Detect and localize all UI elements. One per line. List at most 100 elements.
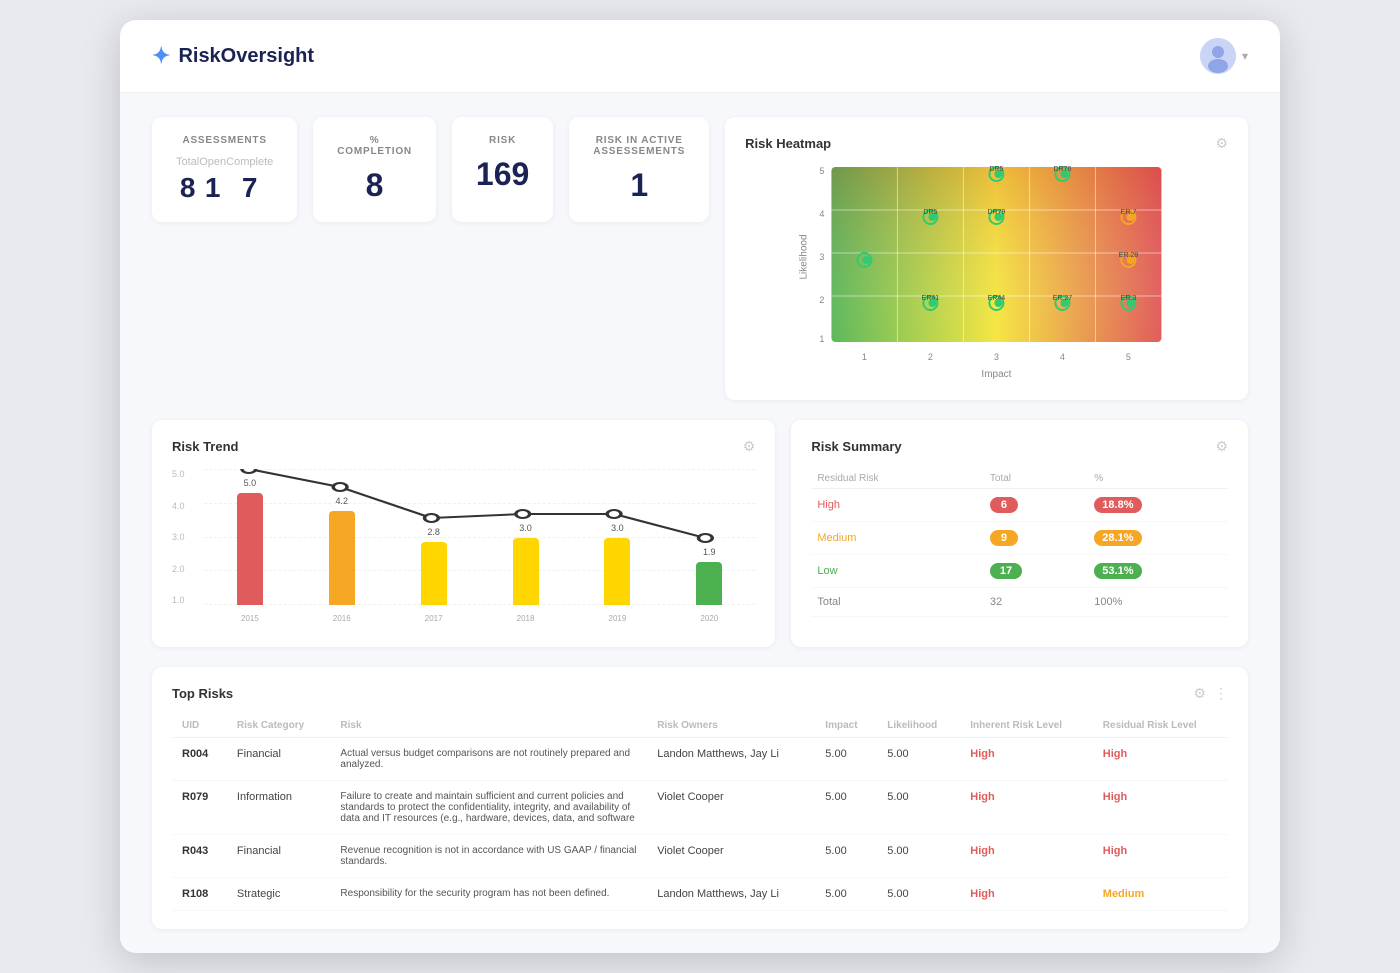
svg-text:ER.27: ER.27: [1053, 295, 1073, 302]
complete-stat: Complete 7: [226, 156, 273, 204]
col-owners: Risk Owners: [647, 714, 815, 738]
risks-table-head: UID Risk Category Risk Risk Owners Impac…: [172, 714, 1228, 738]
open-value: 1: [199, 172, 226, 204]
top-risks-table: UID Risk Category Risk Risk Owners Impac…: [172, 714, 1228, 911]
risk-row: R043 Financial Revenue recognition is no…: [172, 835, 1228, 878]
svg-text:4: 4: [820, 209, 825, 219]
risk-active-card: RISK IN ACTIVE ASSESSEMENTS 1: [569, 117, 709, 222]
top-section: ASSESSMENTS Total 8 Open 1 Compl: [152, 117, 1248, 400]
risk-residual-level: High: [1093, 738, 1228, 781]
summary-row-medium: Medium 9 28.1%: [811, 522, 1228, 555]
summary-pct: 28.1%: [1088, 522, 1228, 555]
risks-table-body: R004 Financial Actual versus budget comp…: [172, 738, 1228, 911]
summary-pct: 18.8%: [1088, 489, 1228, 522]
svg-text:5: 5: [820, 166, 825, 176]
middle-row: Risk Trend ⚙ 5.0 4.0 3.0 2.0 1.0: [152, 420, 1248, 647]
svg-text:DR5: DR5: [990, 166, 1004, 173]
col-inherent: Inherent Risk Level: [960, 714, 1093, 738]
bar-rect-2015: [237, 493, 263, 605]
risk-likelihood: 5.00: [877, 781, 960, 835]
total-label: Total: [176, 156, 199, 168]
svg-text:1: 1: [820, 334, 825, 344]
app-window: ✦ RiskOversight ▾ ASSESSMENTS: [120, 20, 1280, 953]
svg-text:ER41: ER41: [922, 295, 940, 302]
risk-trend-title: Risk Trend: [172, 439, 238, 454]
col-pct: %: [1088, 469, 1228, 489]
risk-uid: R043: [172, 835, 227, 878]
stats-row: ASSESSMENTS Total 8 Open 1 Compl: [152, 117, 709, 222]
col-category: Risk Category: [227, 714, 331, 738]
summary-table-body: High 6 18.8% Medium 9 28.1% Low 17 53.1%…: [811, 489, 1228, 617]
assessments-values: Total 8 Open 1 Complete 7: [176, 156, 273, 204]
top-risks-gear-icon[interactable]: ⚙: [1193, 685, 1206, 702]
risk-category: Financial: [227, 738, 331, 781]
risk-description: Responsibility for the security program …: [330, 878, 647, 911]
col-likelihood: Likelihood: [877, 714, 960, 738]
risk-value-wrap: 169: [476, 156, 529, 193]
risk-owners: Landon Matthews, Jay Li: [647, 738, 815, 781]
bar-2020: 1.9 2020: [696, 547, 722, 605]
risk-row: R108 Strategic Responsibility for the se…: [172, 878, 1228, 911]
y1: 1.0: [172, 595, 185, 605]
heatmap-title: Risk Heatmap: [745, 136, 831, 151]
open-stat: Open 1: [199, 156, 226, 204]
svg-text:3: 3: [820, 252, 825, 262]
top-risks-card: Top Risks ⚙ ⋮ UID Risk Category Risk Ris…: [152, 667, 1248, 929]
risk-inherent-level: High: [960, 835, 1093, 878]
risk-trend-header: Risk Trend ⚙: [172, 438, 755, 455]
summary-header-row: Residual Risk Total %: [811, 469, 1228, 489]
assessments-title: ASSESSMENTS: [176, 135, 273, 146]
top-risks-menu-icon[interactable]: ⋮: [1214, 685, 1228, 702]
summary-risk-level: Medium: [811, 522, 984, 555]
logo: ✦ RiskOversight: [152, 43, 314, 69]
summary-risk-level: High: [811, 489, 984, 522]
avatar: [1200, 38, 1236, 74]
bar-label-2015: 2015: [241, 614, 259, 623]
svg-text:DR79: DR79: [988, 209, 1006, 216]
risk-owners: Violet Cooper: [647, 835, 815, 878]
user-menu[interactable]: ▾: [1200, 38, 1248, 74]
logo-icon: ✦: [152, 43, 170, 69]
completion-value: 8: [337, 167, 412, 204]
risk-description: Actual versus budget comparisons are not…: [330, 738, 647, 781]
risk-likelihood: 5.00: [877, 878, 960, 911]
bar-2018: 3.0 2018: [513, 523, 539, 605]
bar-rect-2020: [696, 562, 722, 605]
risk-likelihood: 5.00: [877, 835, 960, 878]
heatmap-gear-icon[interactable]: ⚙: [1215, 135, 1228, 152]
summary-row-low: Low 17 53.1%: [811, 555, 1228, 588]
chevron-down-icon: ▾: [1242, 49, 1248, 63]
risk-owners: Violet Cooper: [647, 781, 815, 835]
risk-residual-level: High: [1093, 835, 1228, 878]
complete-label: Complete: [226, 156, 273, 168]
bar-rect-2016: [329, 511, 355, 605]
y5: 5.0: [172, 469, 185, 479]
risk-residual-level: High: [1093, 781, 1228, 835]
logo-text: RiskOversight: [178, 45, 314, 68]
total-value: 8: [176, 172, 199, 204]
summary-table-head: Residual Risk Total %: [811, 469, 1228, 489]
heatmap-card: Risk Heatmap ⚙: [725, 117, 1248, 400]
risk-description: Revenue recognition is not in accordance…: [330, 835, 647, 878]
svg-text:Likelihood: Likelihood: [799, 234, 810, 279]
risk-trend-gear-icon[interactable]: ⚙: [743, 438, 756, 455]
svg-text:ER.7: ER.7: [1121, 209, 1137, 216]
bar-value-2017: 2.8: [427, 527, 440, 537]
risk-impact: 5.00: [815, 835, 877, 878]
summary-count: 9: [984, 522, 1088, 555]
svg-text:1: 1: [862, 352, 867, 362]
risk-active-value-wrap: 1: [593, 167, 685, 204]
risk-category: Information: [227, 781, 331, 835]
risk-summary-gear-icon[interactable]: ⚙: [1215, 438, 1228, 455]
risk-likelihood: 5.00: [877, 738, 960, 781]
summary-row-high: High 6 18.8%: [811, 489, 1228, 522]
bar-rect-2018: [513, 538, 539, 605]
y-axis: 5.0 4.0 3.0 2.0 1.0: [172, 469, 189, 605]
top-risks-title: Top Risks: [172, 686, 233, 701]
risk-inherent-level: High: [960, 738, 1093, 781]
risk-inherent-level: High: [960, 781, 1093, 835]
top-risks-actions: ⚙ ⋮: [1193, 685, 1228, 702]
risk-owners: Landon Matthews, Jay Li: [647, 878, 815, 911]
risk-active-value: 1: [593, 167, 685, 204]
risk-impact: 5.00: [815, 781, 877, 835]
